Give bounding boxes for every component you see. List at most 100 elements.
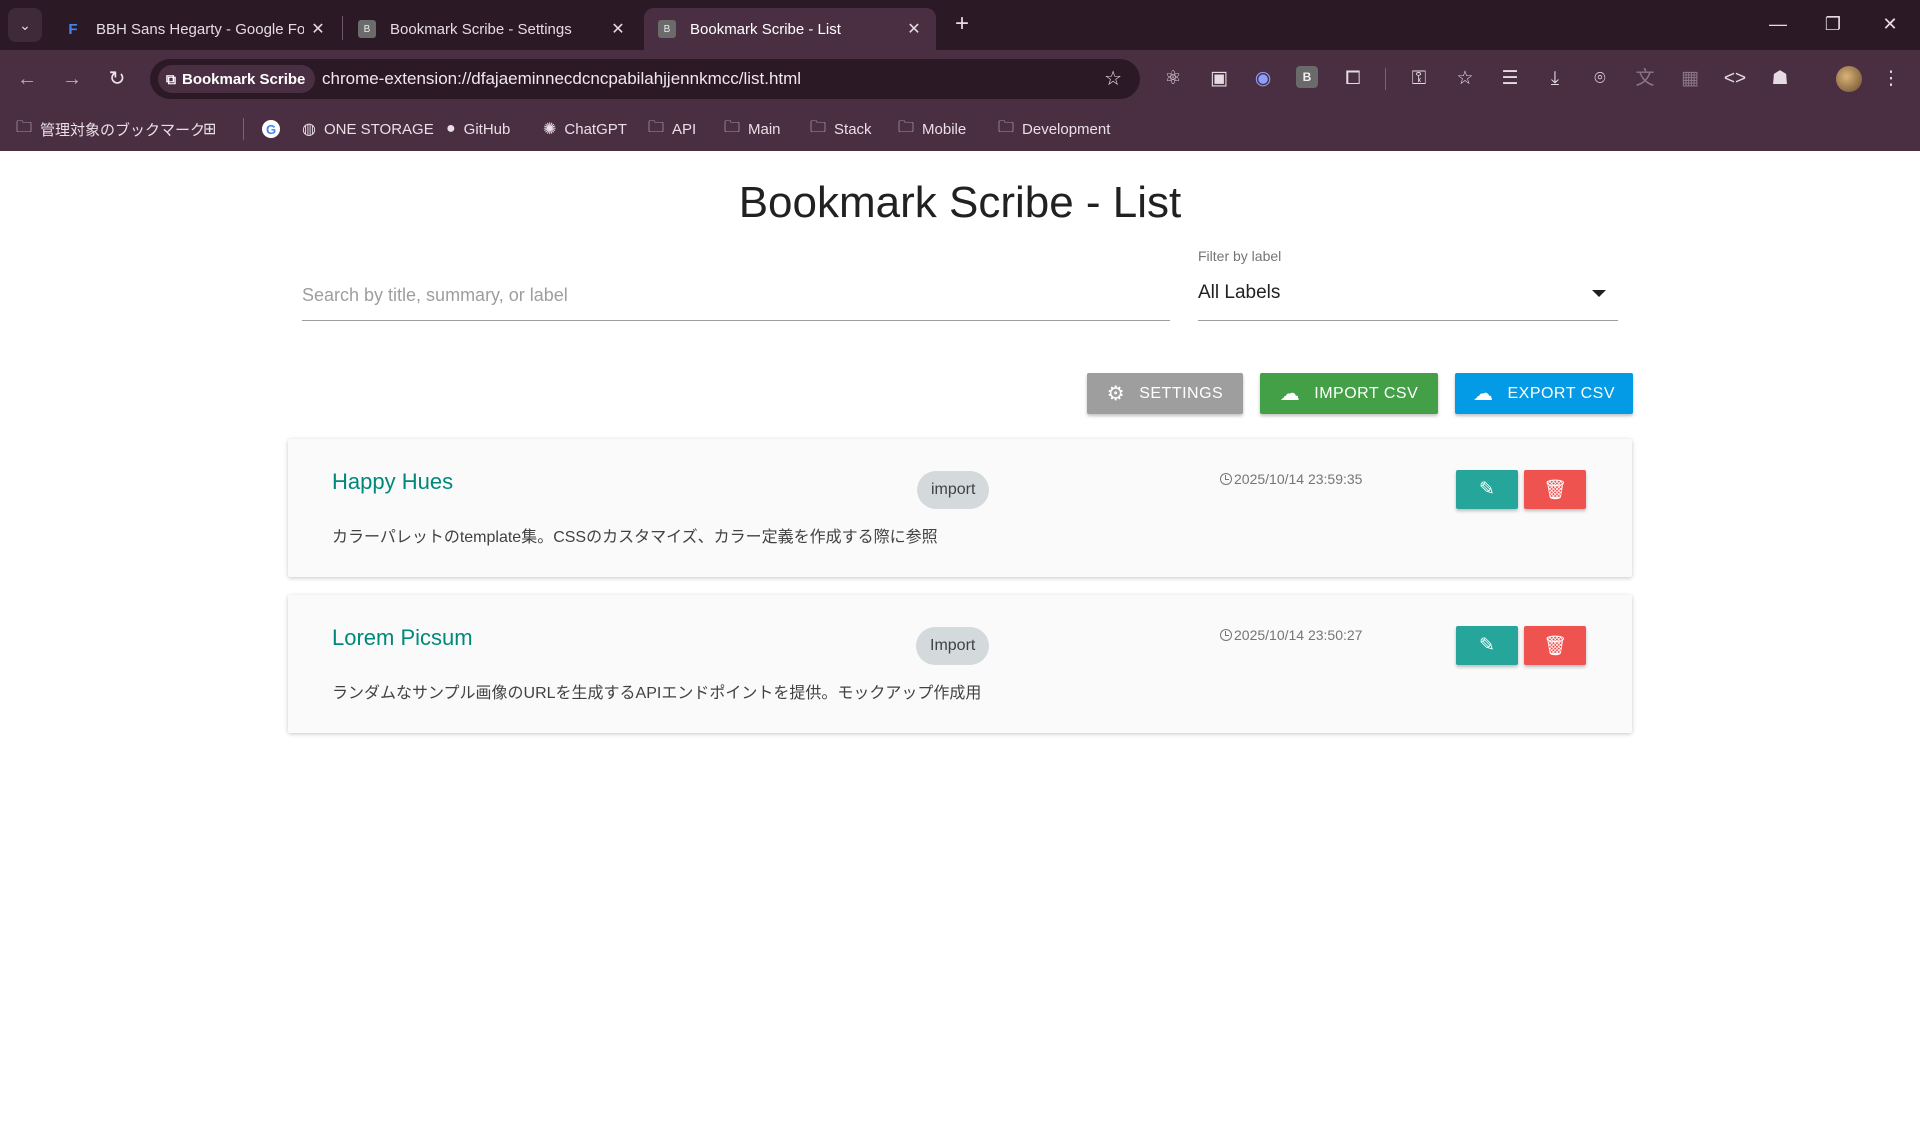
incognito-icon[interactable]: ☗ xyxy=(1767,66,1793,92)
cloud-upload-icon: ☁ xyxy=(1279,383,1301,405)
trash-icon: 🗑 xyxy=(1542,479,1568,501)
tab-settings[interactable]: B Bookmark Scribe - Settings ✕ xyxy=(344,8,640,50)
import-csv-button[interactable]: ☁ IMPORT CSV xyxy=(1260,373,1438,414)
folder-icon: 🗀 xyxy=(998,118,1015,136)
cloud-download-icon: ☁ xyxy=(1472,383,1494,405)
folder-icon: 🗀 xyxy=(898,118,915,136)
bookmark-card: Lorem Picsum Import 2025/10/14 23:50:27 … xyxy=(288,595,1632,733)
screenshot-icon[interactable]: ⌾ xyxy=(1587,66,1613,92)
globe-icon: ◍ xyxy=(302,121,316,138)
export-button-label: EXPORT CSV xyxy=(1507,384,1616,402)
bookmark-timestamp: 2025/10/14 23:59:35 xyxy=(1220,471,1362,487)
screen-capture-extension-icon[interactable]: ▣ xyxy=(1206,66,1232,92)
close-icon[interactable]: ✕ xyxy=(604,19,632,39)
tab-title: Bookmark Scribe - Settings xyxy=(390,20,572,38)
bookmark-folder-development[interactable]: 🗀 Development xyxy=(998,117,1110,141)
reload-icon: ↻ xyxy=(108,68,126,90)
bookmark-managed[interactable]: 🗀 管理対象のブックマーク xyxy=(16,117,205,141)
bookmark-label: Main xyxy=(748,120,781,138)
tab-list[interactable]: B Bookmark Scribe - List ✕ xyxy=(644,8,936,50)
import-button-label: IMPORT CSV xyxy=(1314,384,1419,402)
back-button[interactable]: ← xyxy=(12,64,42,94)
settings-button[interactable]: ⚙ SETTINGS xyxy=(1087,373,1243,414)
chatgpt-icon: ✺ xyxy=(543,121,557,138)
bookmark-label: 管理対象のブックマーク xyxy=(40,121,206,139)
close-window-button[interactable]: ✕ xyxy=(1870,6,1910,42)
download-icon[interactable]: ⤓ xyxy=(1542,66,1568,92)
password-key-icon[interactable]: ⚿ xyxy=(1406,66,1432,92)
bookmark-folder-stack[interactable]: 🗀 Stack xyxy=(810,117,872,141)
bookmark-label: Development xyxy=(1022,120,1111,138)
label-chip: import xyxy=(917,471,990,509)
bookmark-apps[interactable]: ⊞ xyxy=(203,117,224,141)
delete-button[interactable]: 🗑 xyxy=(1524,626,1586,665)
bookmark-scribe-icon: B xyxy=(658,20,676,38)
search-field xyxy=(302,270,1170,321)
tab-google-fonts[interactable]: F BBH Sans Hegarty - Google Fon ✕ xyxy=(50,8,340,50)
google-icon: G xyxy=(262,120,280,138)
bookmark-scribe-extension-icon[interactable]: B xyxy=(1296,66,1318,88)
profile-avatar[interactable] xyxy=(1836,66,1862,92)
close-icon[interactable]: ✕ xyxy=(304,19,332,39)
bookmark-star-icon[interactable]: ☆ xyxy=(1104,66,1122,91)
edit-button[interactable]: ✎ xyxy=(1456,470,1518,509)
bookmark-title-link[interactable]: Lorem Picsum xyxy=(332,625,473,651)
bookmark-title-link[interactable]: Happy Hues xyxy=(332,469,453,495)
code-icon[interactable]: <> xyxy=(1722,66,1748,92)
edit-button[interactable]: ✎ xyxy=(1456,626,1518,665)
bookmark-folder-api[interactable]: 🗀 API xyxy=(648,117,696,141)
bookmark-folder-main[interactable]: 🗀 Main xyxy=(724,117,781,141)
timestamp-text: 2025/10/14 23:50:27 xyxy=(1234,627,1363,643)
delete-button[interactable]: 🗑 xyxy=(1524,470,1586,509)
bookmark-label: Stack xyxy=(834,120,872,138)
restore-button[interactable]: ❐ xyxy=(1813,6,1853,42)
bookmark-chatgpt[interactable]: ✺ ChatGPT xyxy=(543,117,627,141)
qr-code-icon[interactable]: ▦ xyxy=(1677,66,1703,92)
search-input[interactable] xyxy=(302,278,1170,312)
more-menu-icon[interactable]: ⋮ xyxy=(1878,66,1904,92)
bookmark-github[interactable]: ● GitHub xyxy=(446,117,510,141)
tab-title: Bookmark Scribe - List xyxy=(690,20,841,38)
folder-icon: 🗀 xyxy=(724,118,741,136)
bookmark-label: ONE STORAGE xyxy=(323,120,434,138)
bookmark-label: ChatGPT xyxy=(564,120,627,138)
react-devtools-icon[interactable]: ⚛ xyxy=(1160,66,1186,92)
translate-icon[interactable]: 文 xyxy=(1632,66,1658,92)
bookmark-summary: ランダムなサンプル画像のURLを生成するAPIエンドポイントを提供。モックアップ… xyxy=(332,685,982,702)
label-chip: Import xyxy=(916,627,990,665)
caret-down-icon xyxy=(1592,290,1606,297)
gear-icon: ⚙ xyxy=(1106,383,1126,405)
extensions-puzzle-icon[interactable]: ⧠ xyxy=(1340,66,1366,92)
bookmark-one-storage[interactable]: ◍ ONE STORAGE xyxy=(302,117,434,141)
github-icon: ● xyxy=(446,120,456,137)
new-tab-button[interactable]: + xyxy=(948,10,976,38)
bookmark-card: Happy Hues import 2025/10/14 23:59:35 ✎ … xyxy=(288,439,1632,577)
bookmark-label: Mobile xyxy=(922,120,967,138)
reading-list-icon[interactable]: ☰ xyxy=(1497,66,1523,92)
minimize-button[interactable]: — xyxy=(1758,6,1798,42)
bookmarks-divider xyxy=(243,118,244,140)
pencil-icon: ✎ xyxy=(1479,635,1495,656)
site-info-chip[interactable]: ⧉ Bookmark Scribe xyxy=(158,65,316,93)
bookmark-google[interactable]: G xyxy=(262,117,280,141)
close-icon[interactable]: ✕ xyxy=(900,19,928,39)
bookmark-folder-mobile[interactable]: 🗀 Mobile xyxy=(898,117,966,141)
favorites-icon[interactable]: ☆ xyxy=(1452,66,1478,92)
discord-icon[interactable]: ◉ xyxy=(1250,66,1276,92)
url-text[interactable]: chrome-extension://dfajaeminnecdcncpabil… xyxy=(322,69,801,89)
forward-button[interactable]: → xyxy=(57,64,87,94)
managed-folder-icon: 🗀 xyxy=(16,118,33,136)
label-filter-select[interactable]: All Labels xyxy=(1198,270,1618,321)
reload-button[interactable]: ↻ xyxy=(102,64,132,94)
clock-icon xyxy=(1220,629,1232,641)
tab-search-button[interactable]: ⌄ xyxy=(8,8,42,42)
close-icon: ✕ xyxy=(1882,14,1898,34)
bookmark-summary: カラーパレットのtemplate集。CSSのカスタマイズ、カラー定義を作成する際… xyxy=(332,529,938,546)
page-title: Bookmark Scribe - List xyxy=(738,178,1182,227)
export-csv-button[interactable]: ☁ EXPORT CSV xyxy=(1455,373,1633,414)
address-bar[interactable]: ⧉ Bookmark Scribe chrome-extension://dfa… xyxy=(150,59,1140,99)
bookmark-label: API xyxy=(672,120,697,138)
site-chip-label: Bookmark Scribe xyxy=(182,70,306,88)
plus-icon: + xyxy=(954,10,969,37)
tab-divider xyxy=(342,16,343,40)
